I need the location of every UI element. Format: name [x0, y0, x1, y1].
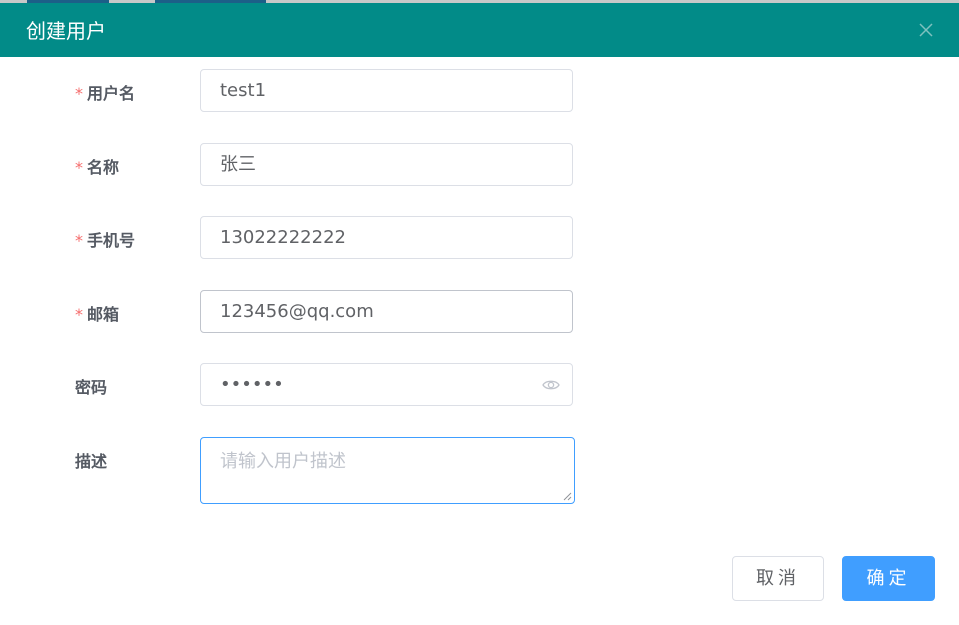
password-label: 密码: [75, 374, 107, 398]
required-mark: *: [75, 84, 83, 103]
name-value: 张三: [220, 154, 256, 175]
close-icon[interactable]: [919, 23, 933, 37]
name-label: * 名称: [75, 154, 119, 178]
required-mark: *: [75, 231, 83, 250]
password-value: ••••••: [220, 374, 284, 395]
description-textarea[interactable]: 请输入用户描述: [200, 437, 575, 504]
description-placeholder: 请输入用户描述: [220, 451, 346, 472]
resize-handle-icon[interactable]: [563, 492, 572, 501]
name-input[interactable]: 张三: [200, 143, 573, 186]
dialog-title: 创建用户: [26, 19, 106, 43]
email-label-text: 邮箱: [87, 305, 120, 324]
username-label-text: 用户名: [87, 84, 136, 103]
description-label-text: 描述: [75, 452, 108, 471]
email-input[interactable]: 123456@qq.com: [200, 290, 573, 333]
username-input[interactable]: test1: [200, 69, 573, 112]
phone-value: 13022222222: [220, 227, 346, 248]
cancel-button[interactable]: 取消: [732, 556, 824, 601]
phone-label-text: 手机号: [87, 231, 136, 250]
eye-icon[interactable]: [542, 377, 560, 393]
required-mark: *: [75, 158, 83, 177]
dialog-header: 创建用户: [0, 3, 959, 57]
password-input[interactable]: ••••••: [200, 363, 573, 406]
name-label-text: 名称: [87, 158, 120, 177]
description-label: 描述: [75, 448, 107, 472]
password-label-text: 密码: [75, 378, 108, 397]
phone-label: * 手机号: [75, 227, 135, 251]
email-label: * 邮箱: [75, 301, 119, 325]
email-value: 123456@qq.com: [220, 301, 374, 322]
required-mark: *: [75, 305, 83, 324]
username-label: * 用户名: [75, 80, 135, 104]
phone-input[interactable]: 13022222222: [200, 216, 573, 259]
username-value: test1: [220, 80, 267, 101]
confirm-button[interactable]: 确定: [842, 556, 935, 601]
